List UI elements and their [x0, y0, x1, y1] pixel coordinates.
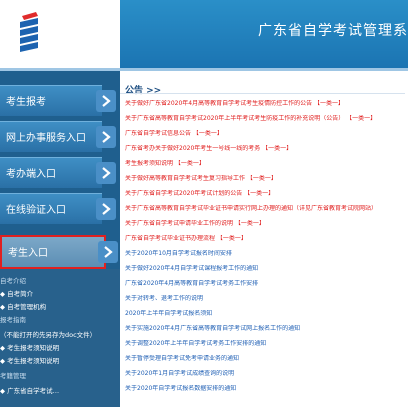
chevron-right-icon: [96, 126, 116, 148]
sidebar: 考生报考 网上办事服务入口 考办端入口 在线验证入口 考生入口 自考介绍 ◆ 自…: [0, 71, 120, 407]
site-title: 广东省自学考试管理系统: [258, 23, 408, 39]
sidebar-link[interactable]: ◆ 考生报考须知说明: [0, 355, 59, 365]
sidebar-item-label: 在线验证入口: [6, 205, 66, 216]
notice-link[interactable]: 关于暂停受理自学考试免考申请业务的通知: [125, 355, 407, 362]
notice-link[interactable]: 考生报考须知说明 【一类一】: [125, 160, 407, 167]
sidebar-link[interactable]: ◆ 自考简介: [0, 288, 33, 298]
notice-link[interactable]: 关于实施2020年4月广东省高等教育自学考试网上报名工作的通知: [125, 325, 407, 332]
notice-link[interactable]: 关于调整2020年上半年自学考试考务工作安排的通知: [125, 340, 407, 347]
sidebar-section-heading: 报考指南: [0, 316, 26, 324]
notice-link[interactable]: 广东省2020年4月高等教育自学考试考务工作安排: [125, 280, 407, 287]
site-header: 广东省自学考试管理系统: [0, 0, 408, 68]
sidebar-item-online-verify[interactable]: 在线验证入口: [0, 193, 116, 224]
sidebar-section-heading: 自考介绍: [0, 277, 26, 285]
notice-link[interactable]: 关于做好广东省2020年4月高等教育自学考试考生疫情防控工作的公告 【一类一】: [125, 100, 407, 107]
chevron-right-icon: [96, 162, 116, 184]
notice-link[interactable]: 关于2020年1月自学考试成绩查询的说明: [125, 370, 407, 377]
notice-link[interactable]: 关于做好高等教育自学考试考生复习指导工作 【一类一】: [125, 175, 407, 182]
sidebar-item-label: 考生报考: [6, 97, 46, 108]
site-logo-icon: [18, 10, 42, 54]
notice-link[interactable]: 关于2020年10月自学考试报名时间安排: [125, 250, 407, 257]
notice-link[interactable]: 广东省考办关于做好2020年考生一号线一线的考务 【一类一】: [125, 145, 407, 152]
sidebar-item-label: 网上办事服务入口: [6, 133, 86, 144]
sidebar-note: （不能打开的先另存为doc文件）: [0, 331, 97, 339]
sidebar-link[interactable]: ◆ 考生报考须知说明: [0, 342, 59, 352]
sidebar-link[interactable]: ◆ 自考管理机构: [0, 301, 46, 311]
notice-section-title: 公告 >>: [125, 86, 162, 96]
sidebar-section-heading: 考籍管理: [0, 372, 26, 380]
chevron-right-icon: [98, 241, 118, 263]
notice-link[interactable]: 关于2020年自学考试报名数据安排的通知: [125, 385, 407, 392]
logo-area: [0, 0, 120, 68]
notice-link[interactable]: 关于对转考、退考工作的说明: [125, 295, 407, 302]
notice-link[interactable]: 广东省自学考试信息公告 【一类一】: [125, 130, 407, 137]
sidebar-link[interactable]: ◆ 广东省自学考试…: [0, 385, 59, 395]
notice-link[interactable]: 关于做好2020年4月自学考试课程报考工作的通知: [125, 265, 407, 272]
notice-link[interactable]: 2020年上半年自学考试报名须知: [125, 310, 407, 317]
notice-link[interactable]: 关于广东省自学考试2020年考试计划的公告 【一类一】: [125, 190, 407, 197]
main-content: 公告 >> 关于做好广东省2020年4月高等教育自学考试考生疫情防控工作的公告 …: [120, 71, 408, 407]
notice-link[interactable]: 广东省自学考试毕业证书办理流程 【一类一】: [125, 235, 407, 242]
sidebar-item-label: 考办端入口: [6, 169, 56, 180]
notice-link[interactable]: 关于广东省高等教育自学考试毕业证书申请实行网上办理的通知（详见广东省教育考试院网…: [125, 205, 407, 212]
sidebar-item-exam-office[interactable]: 考办端入口: [0, 157, 116, 188]
sidebar-item-online-service[interactable]: 网上办事服务入口: [0, 121, 116, 152]
notice-link[interactable]: 关于广东省自学考试申请毕业工作的说明 【一类一】: [125, 220, 407, 227]
sidebar-item-label: 考生入口: [8, 248, 48, 259]
notice-divider: [120, 93, 405, 94]
notice-link[interactable]: 关于广东省高等教育自学考试2020年上半年考试考生防疫工作的补充说明（公告） 【…: [125, 115, 407, 122]
sidebar-item-student-portal[interactable]: 考生入口: [0, 235, 118, 269]
chevron-right-icon: [96, 198, 116, 220]
sidebar-item-registration[interactable]: 考生报考: [0, 85, 116, 116]
chevron-right-icon: [96, 90, 116, 112]
